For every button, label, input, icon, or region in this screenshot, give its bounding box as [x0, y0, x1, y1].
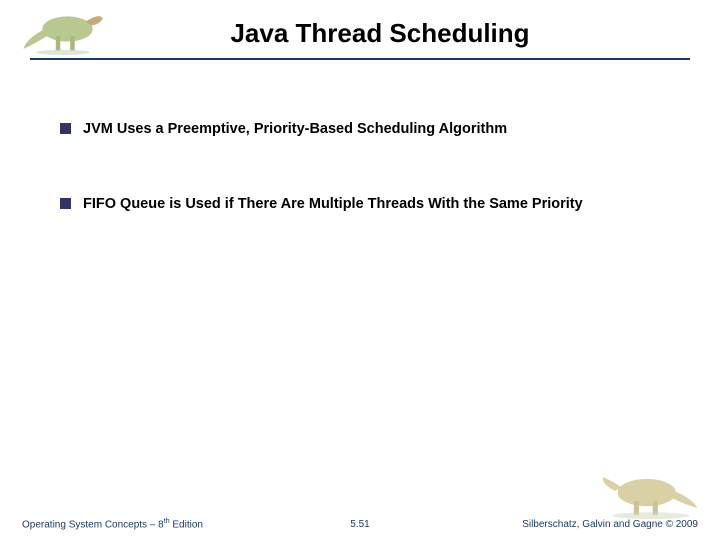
square-bullet-icon [60, 123, 71, 134]
footer-edition: Edition [170, 519, 203, 530]
bullet-text: FIFO Queue is Used if There Are Multiple… [83, 195, 583, 214]
footer-left: Operating System Concepts – 8th Edition [22, 518, 203, 530]
bullet-item: JVM Uses a Preemptive, Priority-Based Sc… [60, 120, 690, 139]
dinosaur-top-icon [16, 2, 110, 56]
footer-copyright: Silberschatz, Galvin and Gagne © 2009 [522, 519, 698, 530]
footer-page-number: 5.51 [350, 519, 369, 530]
slide: Java Thread Scheduling JVM Uses a Preemp… [0, 0, 720, 540]
bullet-text: JVM Uses a Preemptive, Priority-Based Sc… [83, 120, 507, 139]
content-area: JVM Uses a Preemptive, Priority-Based Sc… [60, 120, 690, 270]
title-underline [30, 58, 690, 60]
bullet-item: FIFO Queue is Used if There Are Multiple… [60, 195, 690, 214]
square-bullet-icon [60, 198, 71, 209]
header: Java Thread Scheduling [0, 0, 720, 49]
footer-book-title: Operating System Concepts – 8 [22, 519, 164, 530]
slide-title: Java Thread Scheduling [40, 18, 720, 49]
footer: Operating System Concepts – 8th Edition … [0, 510, 720, 530]
